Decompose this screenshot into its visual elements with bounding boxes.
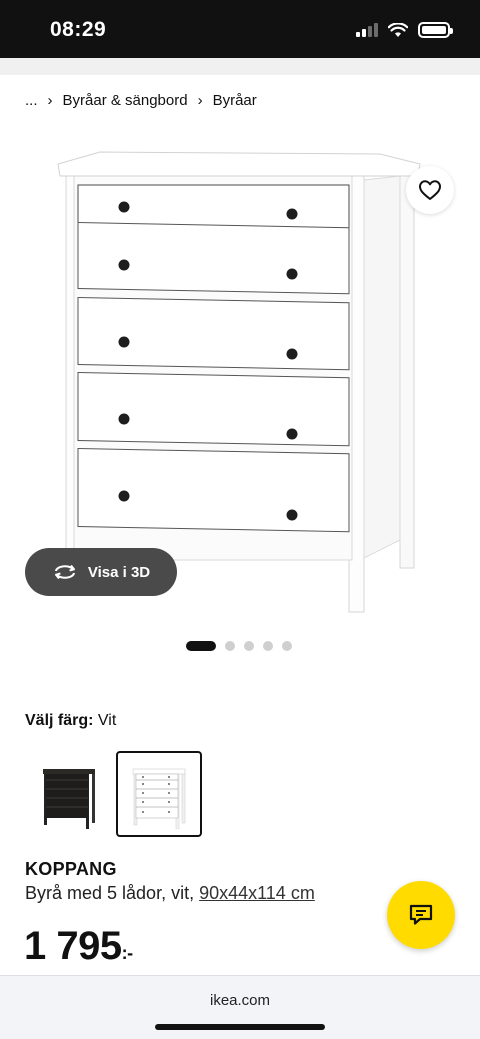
chevron-right-icon: › xyxy=(197,92,203,109)
carousel-dot[interactable] xyxy=(263,641,273,651)
product-description-text: Byrå med 5 lådor, vit, xyxy=(25,883,200,903)
price-suffix: :- xyxy=(121,943,134,963)
carousel-dot[interactable] xyxy=(282,641,292,651)
color-selector-label: Välj färg: Vit xyxy=(25,712,116,730)
color-swatch-black-brown[interactable] xyxy=(26,751,112,837)
view-3d-label: Visa i 3D xyxy=(87,563,151,581)
favorite-button[interactable] xyxy=(406,166,454,214)
product-name: KOPPANG xyxy=(25,859,117,879)
color-swatch-white[interactable] xyxy=(116,751,202,837)
price-value: 1 795 xyxy=(24,924,122,968)
chevron-right-icon: › xyxy=(47,92,53,109)
status-icons xyxy=(356,22,453,38)
address-url[interactable]: ikea.com xyxy=(0,992,480,1009)
dresser-thumbnail-white xyxy=(132,768,186,829)
breadcrumb-item-more[interactable]: ... xyxy=(25,92,38,109)
carousel-dot[interactable] xyxy=(186,641,216,651)
carousel-dots xyxy=(186,641,292,651)
page-top-strip xyxy=(0,58,480,75)
status-time: 08:29 xyxy=(50,18,107,41)
signal-icon xyxy=(356,23,378,37)
color-label-heading: Välj färg: xyxy=(25,712,94,729)
heart-icon xyxy=(419,180,441,200)
view-3d-button[interactable]: Visa i 3D xyxy=(25,548,177,596)
breadcrumb-item-byraar-sangbord[interactable]: Byråar & sängbord xyxy=(63,92,188,109)
dimensions-link[interactable]: 90x44x114 cm xyxy=(199,883,315,903)
product-description: Byrå med 5 lådor, vit, 90x44x114 cm xyxy=(25,883,315,904)
color-selected-value: Vit xyxy=(97,712,117,729)
browser-address-bar[interactable]: ikea.com xyxy=(0,975,480,1039)
chat-button[interactable] xyxy=(387,881,455,949)
chat-icon xyxy=(409,904,433,925)
status-bar: 08:29 xyxy=(0,0,480,58)
wifi-icon xyxy=(388,22,408,37)
dresser-thumbnail-dark xyxy=(43,769,95,829)
product-price: 1 795:- xyxy=(24,924,133,969)
battery-icon xyxy=(418,22,453,38)
rotate-3d-icon xyxy=(54,564,75,580)
carousel-dot[interactable] xyxy=(225,641,235,651)
carousel-dot[interactable] xyxy=(244,641,254,651)
breadcrumb-item-byraar[interactable]: Byråar xyxy=(213,92,257,109)
breadcrumb: ... › Byråar & sängbord › Byråar xyxy=(25,92,257,109)
home-indicator xyxy=(155,1024,325,1030)
